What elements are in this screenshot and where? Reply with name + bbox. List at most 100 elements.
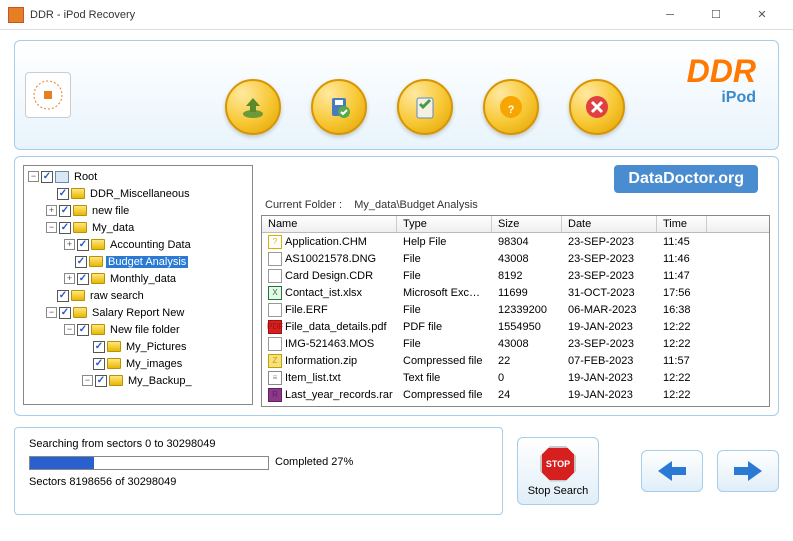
maximize-button[interactable]: ☐ bbox=[693, 0, 739, 30]
tree-node[interactable]: ✓ My_Pictures bbox=[26, 338, 250, 355]
tree-checkbox[interactable]: ✓ bbox=[41, 171, 53, 183]
brand-sub: iPod bbox=[687, 89, 756, 107]
tree-label[interactable]: My_Backup_ bbox=[126, 375, 194, 387]
tree-checkbox[interactable]: ✓ bbox=[57, 188, 69, 200]
tree-checkbox[interactable]: ✓ bbox=[77, 324, 89, 336]
tree-expander[interactable]: + bbox=[64, 273, 75, 284]
col-date[interactable]: Date bbox=[562, 216, 657, 232]
table-row[interactable]: IMG-521463.MOSFile4300823-SEP-202312:22 bbox=[262, 335, 769, 352]
file-list[interactable]: Name Type Size Date Time ?Application.CH… bbox=[261, 215, 770, 407]
back-button[interactable] bbox=[641, 450, 703, 492]
tree-checkbox[interactable]: ✓ bbox=[59, 222, 71, 234]
tree-node[interactable]: +✓ new file bbox=[26, 202, 250, 219]
tree-label[interactable]: Salary Report New bbox=[90, 307, 186, 319]
tree-checkbox[interactable]: ✓ bbox=[93, 358, 105, 370]
tree-node[interactable]: −✓ My_data bbox=[26, 219, 250, 236]
tree-checkbox[interactable]: ✓ bbox=[75, 256, 87, 268]
tree-label[interactable]: raw search bbox=[88, 290, 146, 302]
options-button[interactable] bbox=[397, 79, 453, 135]
list-header[interactable]: Name Type Size Date Time bbox=[262, 216, 769, 233]
file-type: File bbox=[397, 270, 492, 282]
tree-checkbox[interactable]: ✓ bbox=[57, 290, 69, 302]
file-size: 8192 bbox=[492, 270, 562, 282]
tree-label[interactable]: Root bbox=[72, 171, 99, 183]
file-name: Last_year_records.rar bbox=[285, 389, 393, 401]
tree-label[interactable]: Monthly_data bbox=[108, 273, 178, 285]
tree-expander[interactable]: − bbox=[28, 171, 39, 182]
col-size[interactable]: Size bbox=[492, 216, 562, 232]
toolbar: ? bbox=[71, 79, 778, 135]
table-row[interactable]: ≡Item_list.txtText file019-JAN-202312:22 bbox=[262, 369, 769, 386]
tree-expander[interactable]: − bbox=[46, 307, 57, 318]
tree-node[interactable]: ✓ DDR_Miscellaneous bbox=[26, 185, 250, 202]
file-size: 43008 bbox=[492, 253, 562, 265]
file-size: 43008 bbox=[492, 338, 562, 350]
save-button[interactable] bbox=[311, 79, 367, 135]
progress-sectors: Sectors 8198656 of 30298049 bbox=[29, 476, 488, 488]
tree-checkbox[interactable]: ✓ bbox=[77, 239, 89, 251]
recover-button[interactable] bbox=[225, 79, 281, 135]
list-body[interactable]: ?Application.CHMHelp File9830423-SEP-202… bbox=[262, 233, 769, 406]
tree-label[interactable]: Accounting Data bbox=[108, 239, 193, 251]
table-row[interactable]: AS10021578.DNGFile4300823-SEP-202311:46 bbox=[262, 250, 769, 267]
table-row[interactable]: RLast_year_records.rarCompressed file241… bbox=[262, 386, 769, 403]
table-row[interactable]: XContact_ist.xlsxMicrosoft Excel ...1169… bbox=[262, 284, 769, 301]
tree-label[interactable]: new file bbox=[90, 205, 131, 217]
tree-node[interactable]: −✓ Root bbox=[26, 168, 250, 185]
tree-node[interactable]: ✓ My_images bbox=[26, 355, 250, 372]
col-type[interactable]: Type bbox=[397, 216, 492, 232]
close-button[interactable]: ✕ bbox=[739, 0, 785, 30]
tree-label[interactable]: My_data bbox=[90, 222, 136, 234]
file-size: 11699 bbox=[492, 287, 562, 299]
file-time: 12:22 bbox=[657, 389, 707, 401]
next-button[interactable] bbox=[717, 450, 779, 492]
file-time: 11:45 bbox=[657, 236, 707, 248]
col-time[interactable]: Time bbox=[657, 216, 707, 232]
file-name: File_data_details.pdf bbox=[285, 321, 387, 333]
file-name: Application.CHM bbox=[285, 236, 367, 248]
tree-expander[interactable]: + bbox=[46, 205, 57, 216]
tree-node[interactable]: ✓ raw search bbox=[26, 287, 250, 304]
tree-checkbox[interactable]: ✓ bbox=[59, 307, 71, 319]
minimize-button[interactable]: ─ bbox=[647, 0, 693, 30]
tree-label[interactable]: Budget Analysis bbox=[106, 256, 188, 268]
tree-expander[interactable]: − bbox=[64, 324, 75, 335]
tree-expander[interactable]: + bbox=[64, 239, 75, 250]
folder-icon bbox=[73, 205, 87, 216]
tree-node[interactable]: −✓ Salary Report New bbox=[26, 304, 250, 321]
tree-node[interactable]: +✓ Accounting Data bbox=[26, 236, 250, 253]
folder-tree[interactable]: −✓Root✓DDR_Miscellaneous+✓new file−✓My_d… bbox=[23, 165, 253, 405]
table-row[interactable]: Card Design.CDRFile819223-SEP-202311:47 bbox=[262, 267, 769, 284]
tree-checkbox[interactable]: ✓ bbox=[77, 273, 89, 285]
tree-label[interactable]: My_images bbox=[124, 358, 184, 370]
file-name: Information.zip bbox=[285, 355, 357, 367]
tree-node[interactable]: ✓ Budget Analysis bbox=[26, 253, 250, 270]
help-button[interactable]: ? bbox=[483, 79, 539, 135]
folder-icon bbox=[71, 290, 85, 301]
table-row[interactable]: File.ERFFile1233920006-MAR-202316:38 bbox=[262, 301, 769, 318]
table-row[interactable]: ZInformation.zipCompressed file2207-FEB-… bbox=[262, 352, 769, 369]
col-name[interactable]: Name bbox=[262, 216, 397, 232]
stop-search-button[interactable]: STOP Stop Search bbox=[517, 437, 599, 505]
tree-node[interactable]: −✓ New file folder bbox=[26, 321, 250, 338]
file-size: 22 bbox=[492, 355, 562, 367]
file-type: Microsoft Excel ... bbox=[397, 287, 492, 299]
file-icon bbox=[268, 303, 282, 317]
tree-checkbox[interactable]: ✓ bbox=[59, 205, 71, 217]
tree-label[interactable]: My_Pictures bbox=[124, 341, 189, 353]
file-size: 0 bbox=[492, 372, 562, 384]
cancel-button[interactable] bbox=[569, 79, 625, 135]
tree-node[interactable]: +✓ Monthly_data bbox=[26, 270, 250, 287]
tree-checkbox[interactable]: ✓ bbox=[95, 375, 107, 387]
tree-label[interactable]: New file folder bbox=[108, 324, 182, 336]
tree-label[interactable]: DDR_Miscellaneous bbox=[88, 188, 192, 200]
table-row[interactable]: PDFFile_data_details.pdfPDF file15549501… bbox=[262, 318, 769, 335]
window-title: DDR - iPod Recovery bbox=[30, 9, 647, 21]
file-name: File.ERF bbox=[285, 304, 328, 316]
file-icon bbox=[268, 337, 282, 351]
tree-node[interactable]: −✓ My_Backup_ bbox=[26, 372, 250, 389]
table-row[interactable]: ?Application.CHMHelp File9830423-SEP-202… bbox=[262, 233, 769, 250]
tree-expander[interactable]: − bbox=[46, 222, 57, 233]
tree-checkbox[interactable]: ✓ bbox=[93, 341, 105, 353]
tree-expander[interactable]: − bbox=[82, 375, 93, 386]
